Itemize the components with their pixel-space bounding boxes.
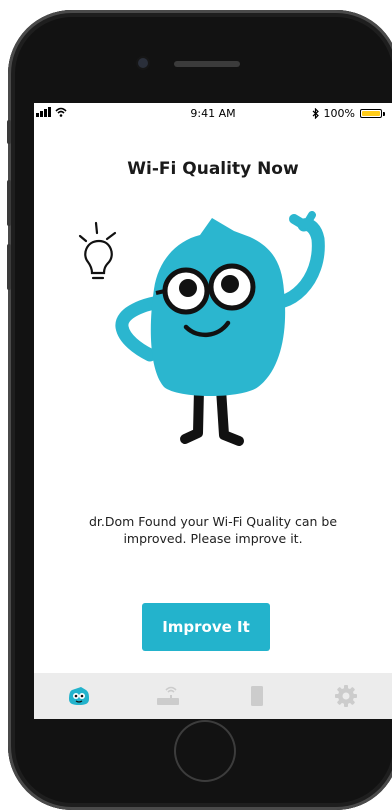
tab-router[interactable] bbox=[123, 673, 212, 719]
drdom-mascot-illustration bbox=[78, 211, 325, 446]
improve-it-button[interactable]: Improve It bbox=[142, 603, 270, 651]
front-camera bbox=[138, 58, 148, 68]
gear-icon bbox=[334, 685, 357, 707]
tab-bar bbox=[34, 673, 392, 719]
tab-device[interactable] bbox=[212, 673, 301, 719]
tab-drdom[interactable] bbox=[34, 673, 123, 719]
drdom-face-icon bbox=[68, 687, 89, 705]
lightbulb-icon bbox=[78, 221, 117, 280]
app-screen: 9:41 AM 100% Wi-Fi Quality Now dr.Dom Fo… bbox=[34, 103, 392, 719]
message-line-1: dr.Dom Found your Wi-Fi Quality can be bbox=[88, 514, 338, 529]
home-button[interactable] bbox=[174, 720, 236, 782]
volume-up-button bbox=[7, 180, 11, 226]
battery-icon bbox=[360, 109, 385, 118]
earpiece-speaker bbox=[174, 61, 240, 67]
battery-percent: 100% bbox=[323, 107, 355, 120]
message-line-2: improved. Please improve it. bbox=[123, 531, 303, 546]
tab-settings[interactable] bbox=[301, 673, 390, 719]
page-title: Wi-Fi Quality Now bbox=[127, 159, 299, 179]
mute-switch bbox=[7, 120, 11, 144]
router-icon bbox=[156, 686, 179, 705]
quality-message: dr.Dom Found your Wi-Fi Quality can be i… bbox=[54, 513, 372, 547]
volume-down-button bbox=[7, 244, 11, 290]
bluetooth-icon bbox=[312, 108, 319, 119]
status-bar: 9:41 AM 100% bbox=[34, 103, 392, 125]
status-right: 100% bbox=[312, 107, 385, 120]
phone-device-icon bbox=[250, 686, 263, 706]
